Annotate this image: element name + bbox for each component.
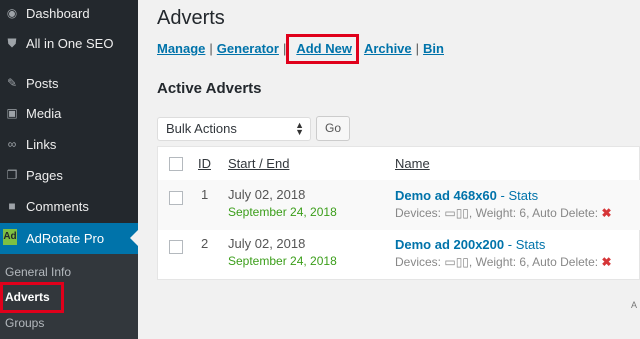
subnav-separator: | (209, 41, 213, 56)
subnav-bin-link[interactable]: Bin (423, 41, 444, 56)
sidebar-item-dashboard[interactable]: ◉ Dashboard (0, 0, 138, 29)
seo-shield-icon: ⛊ (7, 36, 17, 50)
footer-text-fragment: A (631, 300, 638, 310)
adverts-table: ID Start / End Name 1 July 02, 2018 Sept… (157, 146, 640, 280)
dashboard-icon: ◉ (6, 6, 18, 20)
sidebar-item-comments[interactable]: ■ Comments (0, 192, 138, 222)
submenu-groups[interactable]: Groups (5, 315, 44, 331)
page-title: Adverts (157, 7, 225, 29)
select-arrows-icon: ▲ ▼ (295, 120, 304, 137)
media-icon: ▣ (6, 106, 18, 120)
sidebar-item-adrotate-pro[interactable]: Ad AdRotate Pro (0, 223, 138, 254)
advert-title-block: Demo ad 468x60 - Stats (395, 188, 538, 203)
sidebar-item-links[interactable]: ∞ Links (0, 130, 138, 160)
devices-icon: ▭▯▯ (444, 206, 469, 220)
devices-label: Devices: (395, 255, 442, 269)
sidebar-item-posts[interactable]: ✎ Posts (0, 69, 138, 99)
subnav-generator-link[interactable]: Generator (217, 41, 279, 56)
sidebar-item-all-in-one-seo[interactable]: ⛊ All in One SEO (0, 29, 138, 59)
column-start-end[interactable]: Start / End (228, 156, 289, 171)
table-header: ID Start / End Name (158, 147, 640, 181)
go-button[interactable]: Go (316, 116, 350, 141)
bulk-actions-select[interactable]: Bulk Actions ▲ ▼ (157, 117, 311, 141)
row-checkbox[interactable] (169, 191, 183, 205)
advert-meta: Devices: ▭▯▯, Weight: 6, Auto Delete: ✖ (395, 255, 612, 269)
devices-icon: ▭▯▯ (444, 255, 469, 269)
advert-title-block: Demo ad 200x200 - Stats (395, 237, 545, 252)
advert-stats-link[interactable]: - Stats (508, 237, 546, 252)
subnav-manage-link[interactable]: Manage (157, 41, 205, 56)
advert-id: 2 (201, 236, 209, 251)
subnav-archive-link[interactable]: Archive (364, 41, 412, 56)
link-icon: ∞ (7, 137, 17, 151)
advert-start-date: July 02, 2018 (228, 187, 306, 202)
bulk-actions-value: Bulk Actions (166, 121, 237, 136)
devices-label: Devices: (395, 206, 442, 220)
advert-meta: Devices: ▭▯▯, Weight: 6, Auto Delete: ✖ (395, 206, 612, 220)
sidebar-item-media[interactable]: ▣ Media (0, 99, 138, 129)
row-checkbox[interactable] (169, 240, 183, 254)
active-pointer (130, 230, 138, 246)
advert-name-link[interactable]: Demo ad 200x200 (395, 237, 504, 252)
weight-value: Weight: 6 (475, 255, 527, 269)
pages-icon: ❐ (6, 168, 18, 182)
highlight-box-add-new (286, 34, 359, 64)
advert-end-date: September 24, 2018 (228, 254, 337, 268)
advert-stats-link[interactable]: - Stats (501, 188, 539, 203)
adrotate-icon: Ad (3, 229, 17, 245)
advert-id: 1 (201, 187, 209, 202)
column-id[interactable]: ID (198, 156, 211, 171)
highlight-box-adverts (0, 282, 64, 313)
advert-name-link[interactable]: Demo ad 468x60 (395, 188, 497, 203)
auto-delete-label: Auto Delete: (532, 206, 599, 220)
advert-end-date: September 24, 2018 (228, 205, 337, 219)
comment-icon: ■ (8, 199, 16, 213)
auto-delete-off-icon: ✖ (601, 255, 612, 269)
submenu-general-info[interactable]: General Info (5, 264, 71, 280)
weight-value: Weight: 6 (475, 206, 527, 220)
table-row: 2 July 02, 2018 September 24, 2018 Demo … (158, 230, 640, 280)
subnav-separator: | (415, 41, 420, 56)
pin-icon: ✎ (6, 76, 18, 90)
auto-delete-label: Auto Delete: (532, 255, 599, 269)
column-name[interactable]: Name (395, 156, 430, 171)
auto-delete-off-icon: ✖ (601, 206, 612, 220)
select-all-checkbox[interactable] (169, 157, 183, 171)
table-row: 1 July 02, 2018 September 24, 2018 Demo … (158, 180, 640, 230)
advert-start-date: July 02, 2018 (228, 236, 306, 251)
section-title-active-adverts: Active Adverts (157, 80, 262, 97)
sidebar-item-pages[interactable]: ❐ Pages (0, 161, 138, 191)
